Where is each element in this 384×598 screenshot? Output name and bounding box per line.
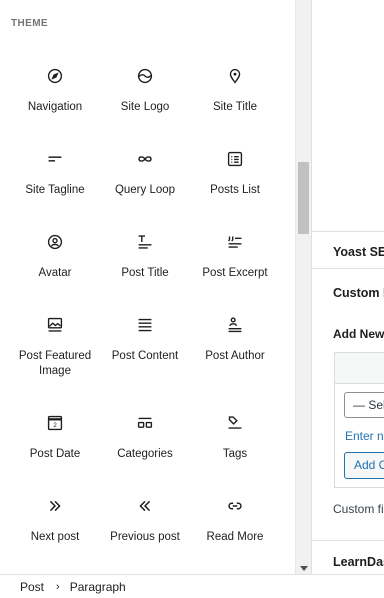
loop-icon bbox=[133, 147, 157, 171]
svg-text:2: 2 bbox=[53, 422, 57, 429]
block-post-excerpt[interactable]: Post Excerpt bbox=[190, 224, 280, 307]
block-previous-post[interactable]: Previous post bbox=[100, 488, 190, 571]
block-label: Categories bbox=[117, 448, 173, 460]
post-content-icon bbox=[133, 313, 157, 337]
block-inserter-panel: THEME Navigation Site Logo Site Title Si… bbox=[0, 0, 295, 574]
add-custom-field-button[interactable]: Add Custom Field bbox=[344, 452, 384, 479]
block-post-author[interactable]: Post Author bbox=[190, 307, 280, 405]
block-avatar[interactable]: Avatar bbox=[10, 224, 100, 307]
block-label: Post Date bbox=[29, 448, 81, 460]
yoast-seo-heading[interactable]: Yoast SEO bbox=[333, 245, 384, 259]
block-label: Query Loop bbox=[114, 184, 176, 196]
add-new-label: Add New Custom Field: bbox=[333, 327, 384, 341]
post-excerpt-icon bbox=[223, 230, 247, 254]
tag-icon bbox=[223, 411, 247, 435]
block-label: Next post bbox=[30, 531, 80, 543]
custom-field-box: — Select — Enter new Add Custom Field bbox=[334, 352, 384, 488]
chevron-right-icon: › bbox=[56, 580, 60, 593]
block-breadcrumb: Post › Paragraph bbox=[0, 574, 384, 598]
map-marker-icon bbox=[223, 64, 247, 88]
block-label: Post Featured Image bbox=[18, 350, 92, 377]
inserter-scrollbar[interactable] bbox=[295, 0, 311, 574]
chevrons-right-icon bbox=[43, 494, 67, 518]
section-title-theme: THEME bbox=[11, 18, 48, 29]
calendar-icon: 2 bbox=[43, 411, 67, 435]
featured-image-icon bbox=[43, 313, 67, 337]
post-title-icon bbox=[133, 230, 157, 254]
block-label: Posts List bbox=[210, 184, 260, 196]
block-post-date[interactable]: 2 Post Date bbox=[10, 405, 100, 488]
enter-new-link[interactable]: Enter new bbox=[345, 429, 384, 443]
settings-sidebar: Yoast SEO Custom Fields Add New Custom F… bbox=[311, 0, 384, 574]
block-posts-list[interactable]: Posts List bbox=[190, 141, 280, 224]
block-grid: Navigation Site Logo Site Title Site Tag… bbox=[10, 58, 280, 571]
block-label: Post Content bbox=[111, 350, 179, 362]
learndash-panel[interactable]: LearnDash bbox=[312, 540, 384, 574]
block-tags[interactable]: Tags bbox=[190, 405, 280, 488]
block-post-content[interactable]: Post Content bbox=[100, 307, 190, 405]
custom-fields-description: Custom fields can be used to add extra m… bbox=[333, 502, 384, 516]
link-icon bbox=[223, 494, 247, 518]
tagline-icon bbox=[43, 147, 67, 171]
block-post-title[interactable]: Post Title bbox=[100, 224, 190, 307]
posts-list-icon bbox=[223, 147, 247, 171]
block-categories[interactable]: Categories bbox=[100, 405, 190, 488]
block-query-loop[interactable]: Query Loop bbox=[100, 141, 190, 224]
block-label: Read More bbox=[206, 531, 264, 543]
block-label: Post Author bbox=[205, 350, 265, 362]
block-next-post[interactable]: Next post bbox=[10, 488, 100, 571]
block-label: Post Excerpt bbox=[202, 267, 268, 279]
learndash-heading[interactable]: LearnDash bbox=[333, 555, 384, 569]
scrollbar-thumb[interactable] bbox=[298, 162, 309, 234]
block-label: Site Tagline bbox=[25, 184, 85, 196]
breadcrumb-post[interactable]: Post bbox=[20, 580, 44, 594]
compass-icon bbox=[43, 64, 67, 88]
block-label: Post Title bbox=[121, 267, 169, 279]
categories-icon bbox=[133, 411, 157, 435]
scroll-down-arrow-icon[interactable] bbox=[300, 566, 308, 571]
block-post-featured-image[interactable]: Post Featured Image bbox=[10, 307, 100, 405]
post-author-icon bbox=[223, 313, 247, 337]
block-label: Tags bbox=[222, 448, 248, 460]
site-logo-icon bbox=[133, 64, 157, 88]
custom-fields-heading[interactable]: Custom Fields bbox=[333, 286, 384, 300]
block-site-title[interactable]: Site Title bbox=[190, 58, 280, 141]
custom-field-select[interactable]: — Select — bbox=[344, 392, 384, 418]
block-label: Previous post bbox=[110, 531, 180, 543]
yoast-seo-panel[interactable]: Yoast SEO bbox=[312, 231, 384, 268]
chevrons-left-icon bbox=[133, 494, 157, 518]
block-navigation[interactable]: Navigation bbox=[10, 58, 100, 141]
avatar-icon bbox=[43, 230, 67, 254]
block-label: Navigation bbox=[27, 101, 83, 113]
block-site-tagline[interactable]: Site Tagline bbox=[10, 141, 100, 224]
block-read-more[interactable]: Read More bbox=[190, 488, 280, 571]
breadcrumb-paragraph[interactable]: Paragraph bbox=[70, 580, 126, 594]
block-site-logo[interactable]: Site Logo bbox=[100, 58, 190, 141]
block-label: Avatar bbox=[38, 267, 72, 279]
block-label: Site Title bbox=[212, 101, 258, 113]
custom-field-table-head bbox=[335, 353, 384, 384]
block-label: Site Logo bbox=[120, 101, 170, 113]
